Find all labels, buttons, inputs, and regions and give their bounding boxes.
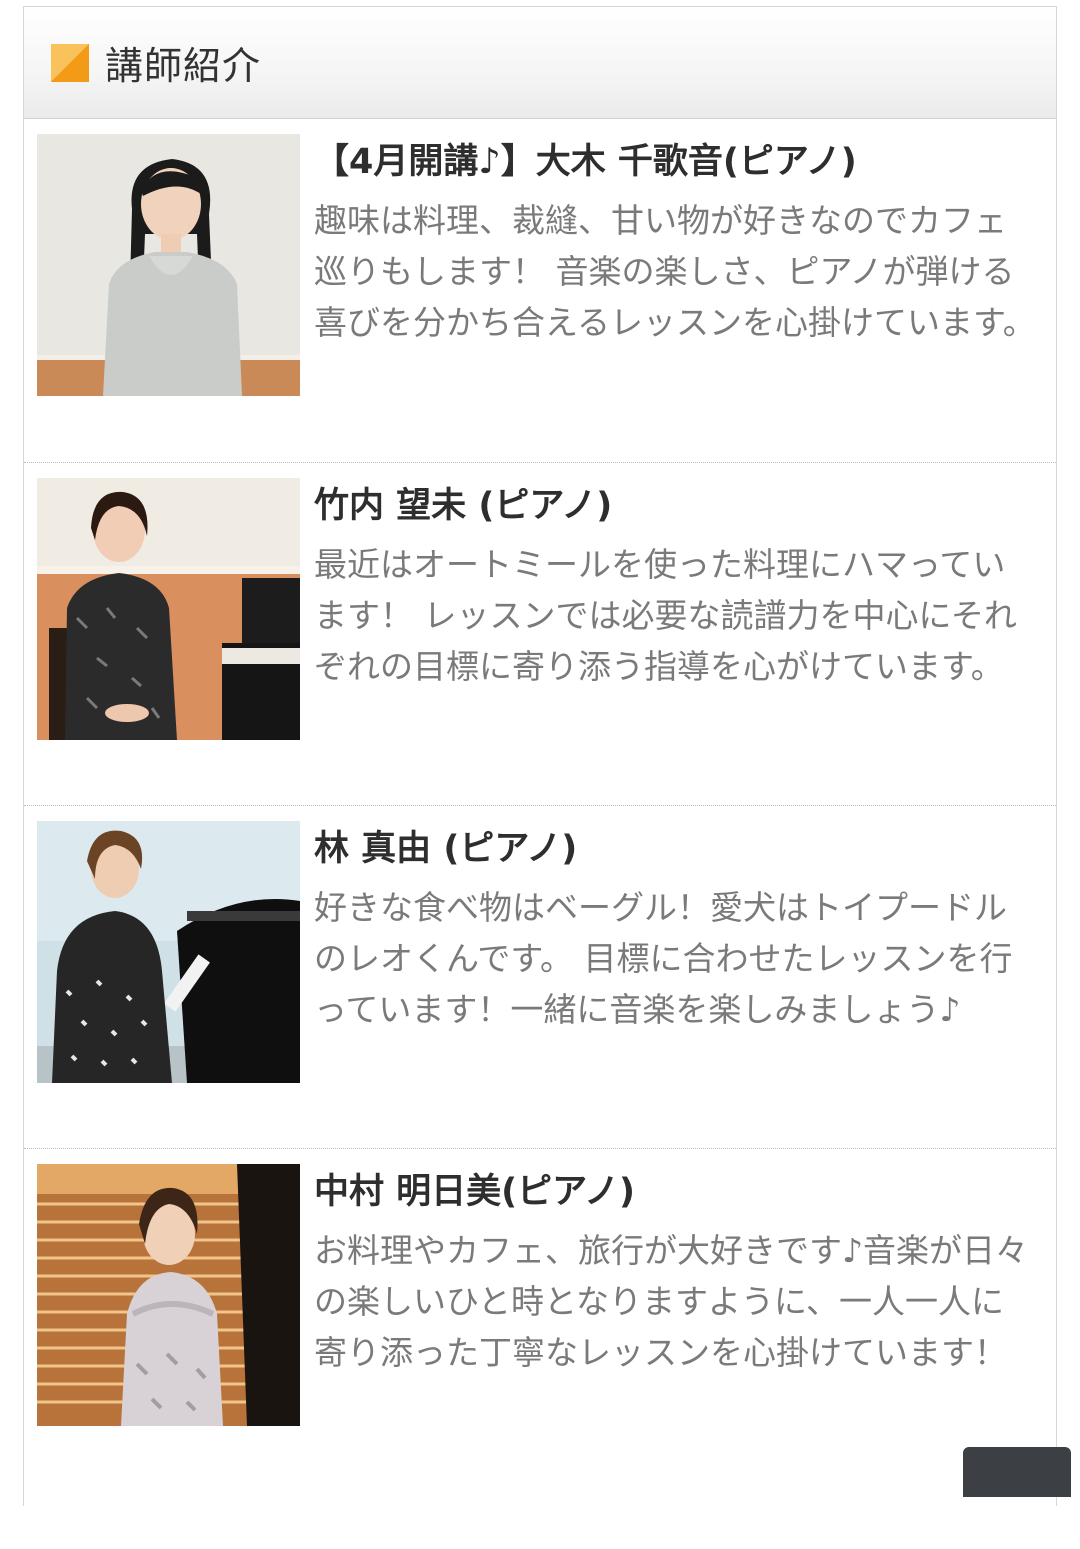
teacher-photo[interactable]	[37, 134, 300, 396]
teacher-photo[interactable]	[37, 821, 300, 1083]
teacher-intro-panel: 講師紹介 【4月開講♪】大木 千歌音(ピアノ) 趣味は料理、裁縫、甘い物が好きな…	[23, 6, 1057, 1506]
teacher-name[interactable]: 【4月開講♪】大木 千歌音(ピアノ)	[314, 139, 1036, 185]
teacher-name[interactable]: 竹内 望未 (ピアノ)	[314, 483, 1036, 529]
teacher-card[interactable]: 中村 明日美(ピアノ) お料理やカフェ、旅行が大好きです♪音楽が日々の楽しいひと…	[24, 1149, 1056, 1549]
section-title: 講師紹介	[105, 44, 262, 88]
teacher-description: 最近はオートミールを使った料理にハマっています！ レッスンでは必要な読譜力を中心…	[314, 545, 1017, 686]
teacher-card[interactable]: 竹内 望未 (ピアノ) 最近はオートミールを使った料理にハマっています！ レッス…	[24, 463, 1056, 806]
teacher-card[interactable]: 【4月開講♪】大木 千歌音(ピアノ) 趣味は料理、裁縫、甘い物が好きなのでカフェ…	[24, 119, 1056, 463]
teacher-card[interactable]: 林 真由 (ピアノ) 好きな食べ物はベーグル！愛犬はトイプードルのレオくんです。…	[24, 806, 1056, 1149]
section-header: 講師紹介	[24, 7, 1056, 119]
teacher-description: 好きな食べ物はベーグル！愛犬はトイプードルのレオくんです。 目標に合わせたレッス…	[314, 888, 1013, 1029]
teacher-photo[interactable]	[37, 478, 300, 740]
orange-square-icon	[51, 43, 89, 82]
floating-button[interactable]	[963, 1447, 1071, 1497]
teacher-name[interactable]: 林 真由 (ピアノ)	[314, 826, 1036, 872]
teacher-photo[interactable]	[37, 1164, 300, 1426]
teacher-description: お料理やカフェ、旅行が大好きです♪音楽が日々の楽しいひと時となりますように、一人…	[314, 1231, 1029, 1372]
teacher-description: 趣味は料理、裁縫、甘い物が好きなのでカフェ巡りもします！ 音楽の楽しさ、ピアノが…	[314, 201, 1036, 342]
teacher-name[interactable]: 中村 明日美(ピアノ)	[314, 1169, 1036, 1215]
